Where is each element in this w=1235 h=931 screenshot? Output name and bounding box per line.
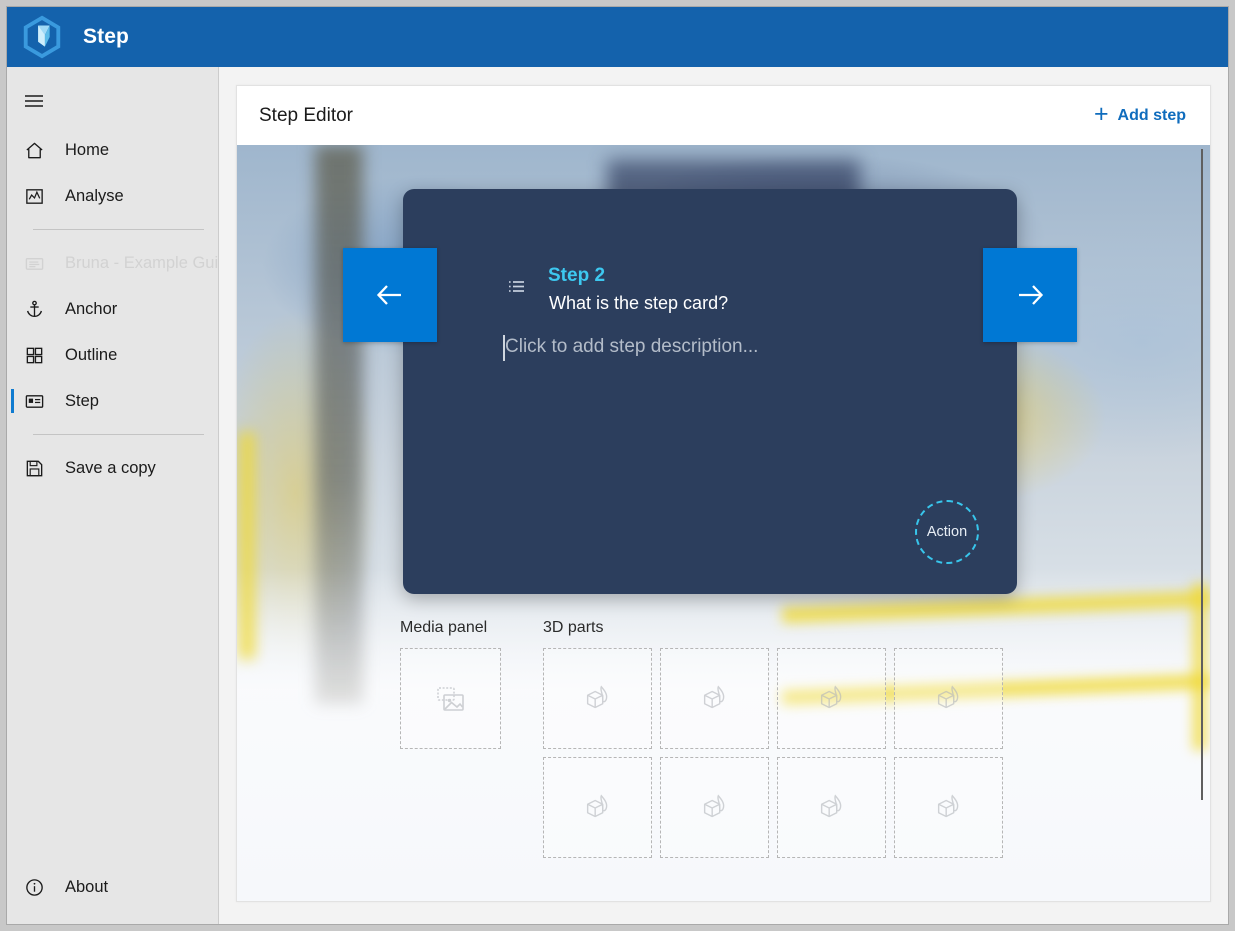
canvas-scrollbar-thumb[interactable]: [1201, 149, 1203, 800]
canvas-scrollbar[interactable]: [1197, 149, 1206, 897]
part-slot[interactable]: [894, 757, 1003, 858]
step-canvas[interactable]: Step 2 What is the step card? Click to a…: [237, 145, 1210, 901]
arrow-right-icon: [1008, 273, 1052, 317]
step-card[interactable]: Step 2 What is the step card? Click to a…: [403, 189, 1017, 594]
body-split: Home Analyse: [7, 67, 1228, 924]
media-image-icon: [434, 682, 468, 716]
sidebar-item-outline[interactable]: Outline: [7, 332, 218, 378]
title-bar: Step: [7, 7, 1228, 67]
plus-icon: +: [1094, 102, 1109, 127]
previous-step-button[interactable]: [343, 248, 437, 342]
sidebar-spacer: [7, 491, 218, 864]
sidebar-item-label: Step: [65, 392, 99, 411]
media-panel-slot[interactable]: [400, 648, 501, 749]
sidebar-item-label: Save a copy: [65, 459, 156, 478]
page-title: Step Editor: [259, 105, 353, 127]
3d-part-icon: [582, 792, 614, 824]
parts-grid: [543, 648, 1003, 858]
3d-part-icon: [816, 683, 848, 715]
panel-header: Step Editor + Add step: [237, 86, 1210, 145]
3d-part-icon: [816, 792, 848, 824]
part-slot[interactable]: [777, 757, 886, 858]
sidebar: Home Analyse: [7, 67, 219, 924]
app-logo-icon: [19, 14, 65, 60]
sidebar-item-guide: Bruna - Example Gui...: [7, 240, 218, 286]
application-window: Step: [6, 6, 1229, 925]
action-label: Action: [927, 524, 967, 540]
info-icon: [21, 874, 47, 900]
part-slot[interactable]: [660, 648, 769, 749]
grid-icon: [21, 342, 47, 368]
part-slot[interactable]: [777, 648, 886, 749]
part-slot[interactable]: [894, 648, 1003, 749]
action-button[interactable]: Action: [915, 500, 979, 564]
part-slot[interactable]: [543, 648, 652, 749]
sidebar-item-step[interactable]: Step: [7, 378, 218, 424]
sidebar-item-label: Bruna - Example Gui...: [65, 254, 232, 273]
hamburger-menu-button[interactable]: [7, 75, 218, 127]
part-slot[interactable]: [543, 757, 652, 858]
sidebar-divider-top: [33, 229, 204, 230]
save-icon: [21, 455, 47, 481]
chart-icon: [21, 183, 47, 209]
guide-icon: [21, 250, 47, 276]
sidebar-item-save-a-copy[interactable]: Save a copy: [7, 445, 218, 491]
next-step-button[interactable]: [983, 248, 1077, 342]
step-editor-panel: Step Editor + Add step: [236, 85, 1211, 902]
arrow-left-icon: [368, 273, 412, 317]
parts-panel-label: 3D parts: [543, 619, 1003, 637]
media-panel-group: Media panel: [400, 619, 501, 749]
step-title: What is the step card?: [549, 293, 728, 314]
app-title: Step: [83, 25, 129, 49]
3d-part-icon: [582, 683, 614, 715]
anchor-icon: [21, 296, 47, 322]
photo-detail: [239, 432, 255, 659]
home-icon: [21, 137, 47, 163]
add-step-button[interactable]: + Add step: [1086, 99, 1194, 133]
hamburger-icon: [21, 88, 47, 114]
3d-part-icon: [699, 792, 731, 824]
sidebar-divider-bottom: [33, 434, 204, 435]
step-icon: [21, 388, 47, 414]
step-description-placeholder[interactable]: Click to add step description...: [505, 336, 758, 358]
part-slot[interactable]: [660, 757, 769, 858]
sidebar-item-anchor[interactable]: Anchor: [7, 286, 218, 332]
photo-detail: [315, 145, 363, 704]
media-panel-label: Media panel: [400, 619, 501, 637]
list-icon: [507, 277, 527, 302]
sidebar-item-label: Analyse: [65, 187, 124, 206]
main-region: Step Editor + Add step: [219, 67, 1228, 924]
sidebar-item-label: Outline: [65, 346, 117, 365]
parts-panel-group: 3D parts: [543, 619, 1003, 858]
3d-part-icon: [933, 683, 965, 715]
sidebar-item-about[interactable]: About: [7, 864, 218, 910]
photo-detail: [782, 590, 1210, 622]
sidebar-item-home[interactable]: Home: [7, 127, 218, 173]
add-step-label: Add step: [1118, 107, 1186, 125]
sidebar-item-analyse[interactable]: Analyse: [7, 173, 218, 219]
sidebar-item-label: Anchor: [65, 300, 117, 319]
step-number: Step 2: [548, 265, 605, 287]
3d-part-icon: [933, 792, 965, 824]
assets-row: Media panel 3D part: [400, 619, 1003, 858]
3d-part-icon: [699, 683, 731, 715]
sidebar-item-label: Home: [65, 141, 109, 160]
sidebar-item-label: About: [65, 878, 108, 897]
